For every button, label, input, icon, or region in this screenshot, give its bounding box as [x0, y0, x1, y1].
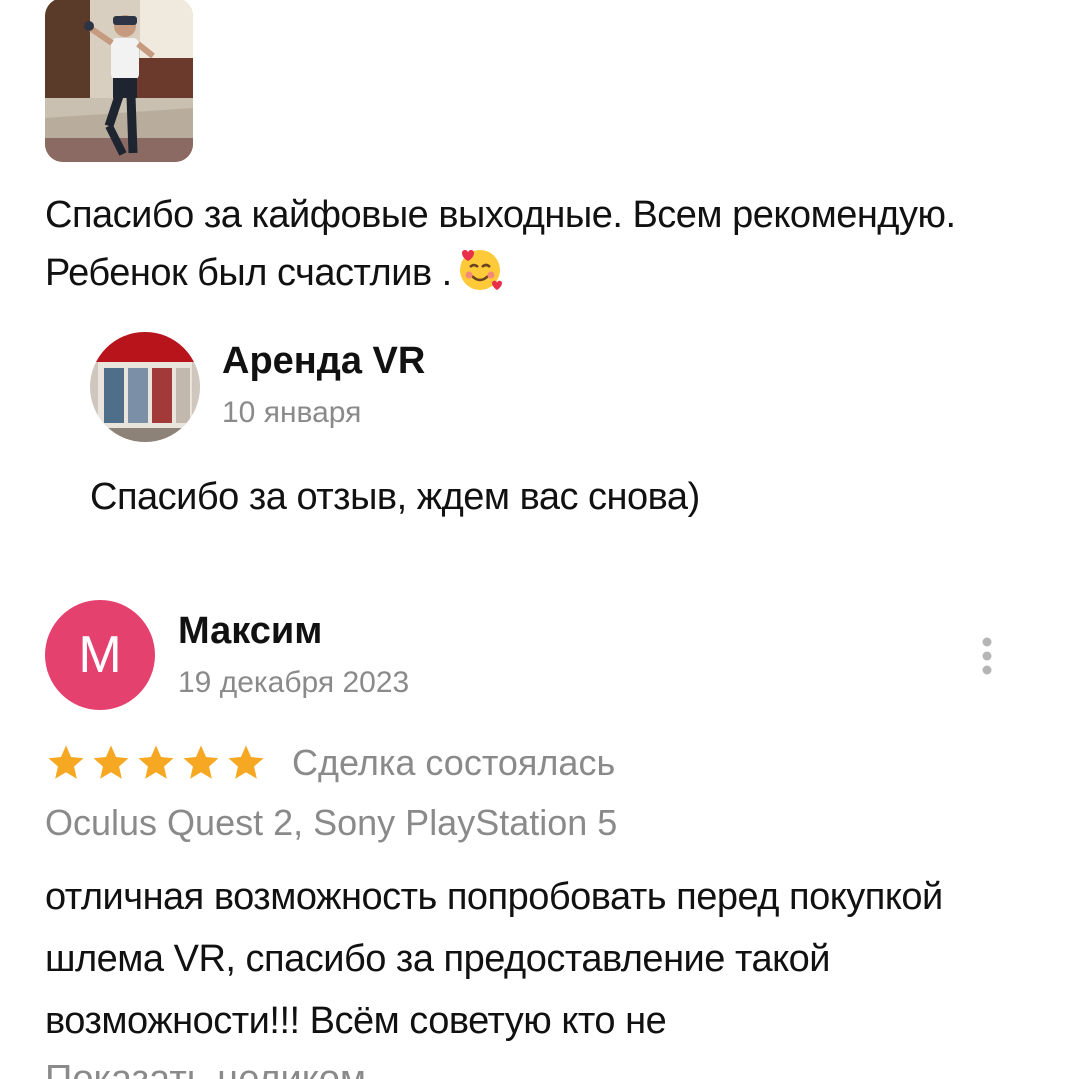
review-date: 19 декабря 2023 [178, 666, 410, 699]
reply-text: Спасибо за отзыв, ждем вас снова) [90, 476, 700, 518]
rating-stars [45, 742, 267, 784]
review-photo-image [45, 0, 193, 162]
deal-status: Сделка состоялась [292, 742, 616, 783]
seller-name[interactable]: Аренда VR [222, 340, 425, 383]
author-name[interactable]: Максим [178, 610, 322, 653]
seller-avatar-image [90, 332, 200, 442]
reply-date: 10 января [222, 396, 362, 429]
review-text: отличная возможность попробовать перед п… [45, 876, 943, 1042]
reviewed-products: Oculus Quest 2, Sony PlayStation 5 [45, 802, 618, 843]
review-photo[interactable] [45, 0, 193, 162]
show-more-link[interactable]: Показать целиком [45, 1058, 366, 1079]
star-icon [138, 745, 174, 779]
more-vertical-icon[interactable] [970, 634, 1004, 678]
star-icon [183, 745, 219, 779]
author-avatar[interactable]: М [45, 600, 155, 710]
star-icon [93, 745, 129, 779]
star-icon [48, 745, 84, 779]
seller-avatar[interactable] [90, 332, 200, 442]
star-icon [228, 745, 264, 779]
smiling-face-with-hearts-icon [459, 250, 502, 290]
review-text: Спасибо за кайфовые выходные. Всем реком… [45, 186, 1035, 302]
author-avatar-letter: М [78, 626, 122, 684]
